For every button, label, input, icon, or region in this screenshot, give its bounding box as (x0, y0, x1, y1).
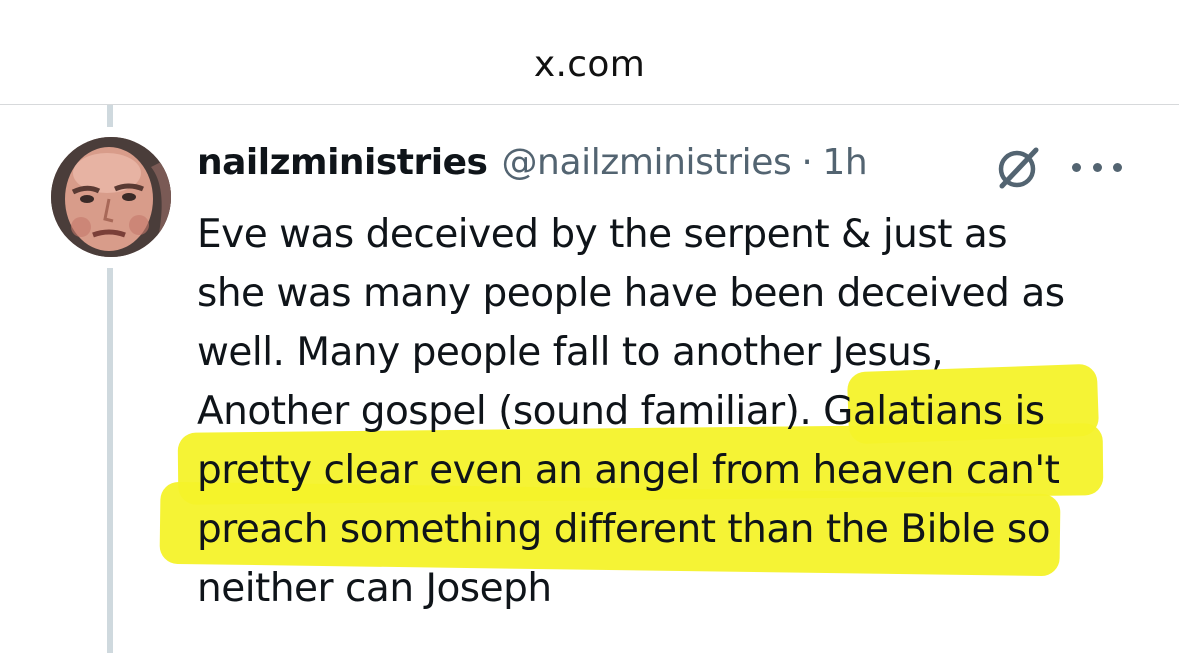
tweet-text-line: well. Many people fall to another Jesus, (197, 330, 944, 375)
more-dot (1092, 162, 1102, 172)
more-dot (1072, 162, 1081, 172)
tweet-text-line: pretty clear even an angel from heaven c… (197, 448, 1060, 493)
more-icon[interactable] (1072, 152, 1122, 182)
address-bar[interactable]: x.com (0, 0, 1179, 105)
tweet-header: nailzministries @nailzministries · 1h (197, 142, 868, 190)
tweet-text-line: she was many people have been deceived a… (197, 271, 1065, 316)
user-handle[interactable]: @nailzministries (501, 142, 791, 183)
avatar[interactable] (51, 137, 171, 257)
tweet-text-line: neither can Joseph (197, 566, 552, 611)
tweet-text-line: Eve was deceived by the serpent & just a… (197, 212, 1008, 257)
timestamp[interactable]: 1h (822, 142, 867, 183)
grok-icon[interactable] (992, 142, 1044, 194)
tweet-text-line: Another gospel (sound familiar). Galatia… (197, 389, 1045, 434)
more-dot (1113, 162, 1122, 172)
url-text[interactable]: x.com (0, 44, 1179, 85)
display-name[interactable]: nailzministries (197, 142, 488, 183)
avatar-photo (51, 137, 171, 257)
tweet-text: Eve was deceived by the serpent & just a… (197, 205, 1157, 618)
thread-line (107, 268, 113, 653)
tweet-text-line: preach something different than the Bibl… (197, 507, 1051, 552)
separator-dot: · (801, 142, 813, 183)
thread-line-top (107, 105, 113, 127)
